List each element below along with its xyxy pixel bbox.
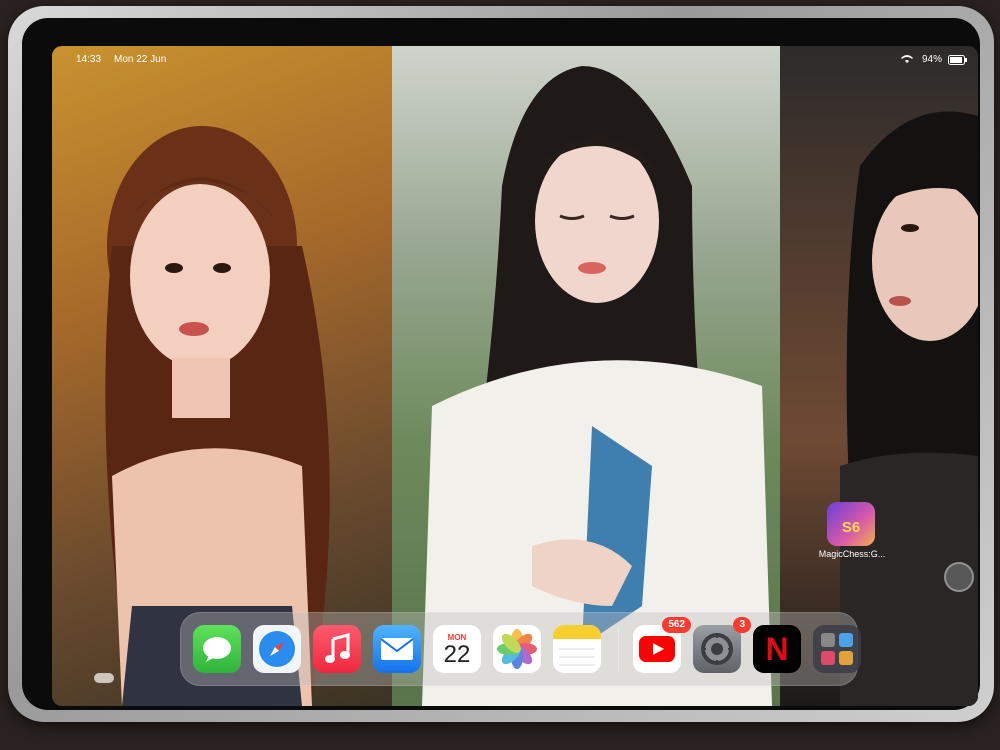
settings-icon[interactable]: 3 [693,617,751,673]
music-icon[interactable] [313,625,361,673]
dock: MON 22 562 3 N [180,612,861,686]
ipad-device: 14:33 Mon 22 Jun 94% S6 MagicChess:G... [8,6,994,722]
portrait-illustration-right [840,111,978,706]
svg-text:S6: S6 [842,519,860,536]
mail-icon[interactable] [373,625,421,673]
assistive-touch-button[interactable] [944,562,974,592]
bezel: 14:33 Mon 22 Jun 94% S6 MagicChess:G... [22,18,980,710]
wallpaper-panel-right [780,46,978,706]
wallpaper-panel-left [52,46,392,706]
screen: 14:33 Mon 22 Jun 94% S6 MagicChess:G... [52,46,978,706]
app-library-icon[interactable] [813,625,861,673]
safari-icon[interactable] [253,625,301,673]
wallpaper-panel-center [392,46,780,706]
magicchess-icon[interactable]: S6 [827,502,875,546]
wifi-icon [900,54,914,67]
calendar-icon[interactable]: MON 22 [433,625,481,673]
status-time: 14:33 [76,54,102,65]
netflix-letter: N [765,630,789,667]
youtube-badge: 562 [662,617,691,633]
photos-icon[interactable] [493,625,541,673]
notes-icon[interactable] [553,625,601,673]
messages-icon[interactable] [193,625,241,673]
magicchess-label: MagicChess:G... [818,549,886,559]
settings-badge: 3 [733,617,751,633]
calendar-day: 22 [443,640,471,668]
home-indicator [94,673,114,683]
portrait-illustration-left [105,126,330,706]
battery-icon [948,55,968,68]
netflix-icon[interactable]: N [753,625,801,673]
battery-percent: 94% [922,54,943,65]
dock-separator [618,627,619,671]
portrait-illustration-center [422,66,772,706]
status-date: Mon 22 Jun [114,54,167,65]
youtube-icon[interactable]: 562 [633,617,691,673]
